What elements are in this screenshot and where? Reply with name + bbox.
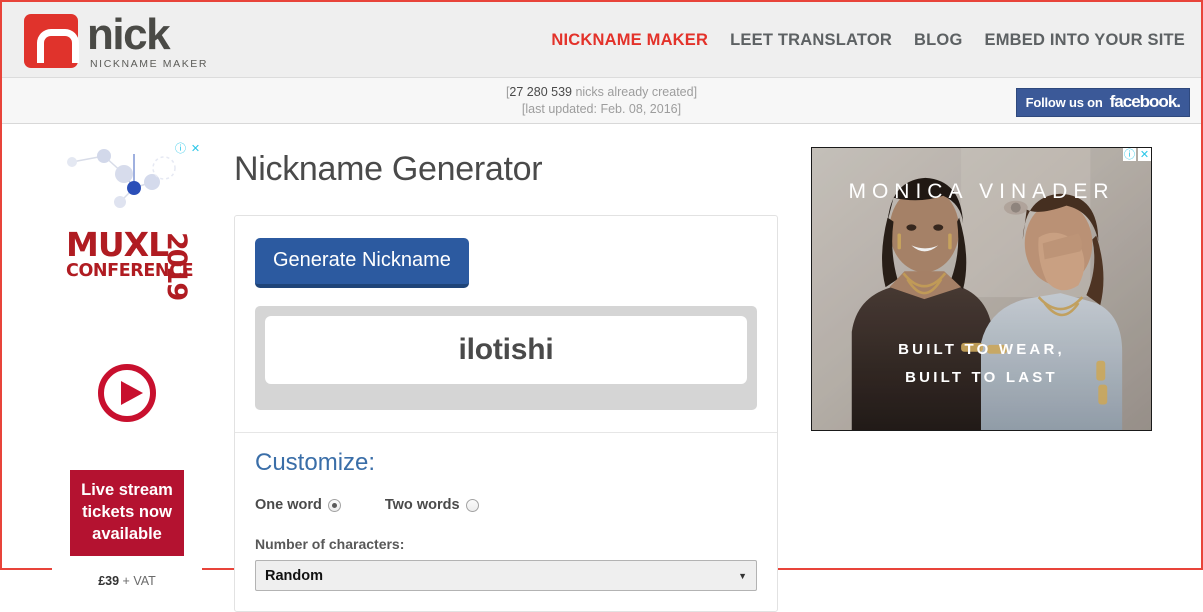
right-ad-adchoices[interactable]: ⓘ ✕ [1123, 148, 1151, 161]
site-logo[interactable]: nick NICKNAME MAKER [24, 14, 208, 70]
radio-option-two-words[interactable]: Two words [385, 497, 479, 513]
play-button-icon[interactable] [98, 364, 156, 422]
section-divider [235, 432, 777, 433]
nick-logo-icon [24, 14, 78, 68]
close-icon[interactable]: ✕ [189, 142, 202, 155]
facebook-follow-button[interactable]: Follow us on facebook. [1016, 88, 1190, 117]
counter-number: 27 280 539 [509, 85, 572, 99]
logo-wordmark: nick [87, 15, 208, 55]
result-panel: ilotishi [255, 306, 757, 410]
chevron-down-icon: ▼ [738, 571, 747, 581]
number-of-characters-select[interactable]: Random ▼ [255, 560, 757, 591]
close-icon[interactable]: ✕ [1138, 148, 1151, 161]
right-advertisement[interactable]: ⓘ ✕ MONICA VINADER BUILT TO WEAR, BUILT … [811, 147, 1152, 431]
browser-page: nick NICKNAME MAKER NICKNAME MAKER LEET … [0, 0, 1203, 570]
site-header: nick NICKNAME MAKER NICKNAME MAKER LEET … [2, 2, 1201, 78]
nav-item-nickname-maker[interactable]: NICKNAME MAKER [551, 31, 708, 50]
generate-nickname-button[interactable]: Generate Nickname [255, 238, 469, 288]
counter-suffix: nicks already created] [572, 85, 697, 99]
main-column: Nickname Generator Generate Nickname ilo… [234, 124, 778, 612]
radio-option-one-word[interactable]: One word [255, 497, 341, 513]
stats-bar: [27 280 539 nicks already created] [last… [2, 78, 1201, 124]
monica-vinader-brand-text: MONICA VINADER [812, 180, 1151, 204]
number-of-characters-label: Number of characters: [255, 536, 757, 552]
logo-text-group: nick NICKNAME MAKER [87, 14, 208, 70]
radio-label-two-words: Two words [385, 497, 460, 513]
ticket-price-text: £39 + VAT [52, 574, 202, 588]
advertisement-tagline: BUILT TO WEAR, BUILT TO LAST [812, 336, 1151, 392]
tagline-line-2: BUILT TO LAST [812, 364, 1151, 392]
word-count-radio-group: One word Two words [255, 497, 757, 513]
network-graphic-icon [52, 144, 202, 219]
price-amount: £39 [98, 574, 119, 588]
tagline-line-1: BUILT TO WEAR, [812, 336, 1151, 364]
nav-item-blog[interactable]: BLOG [914, 31, 962, 50]
main-navigation: NICKNAME MAKER LEET TRANSLATOR BLOG EMBE… [551, 31, 1185, 50]
muxl-conference-logo: MUXL CONFERENCE 2019 [66, 230, 188, 280]
customize-heading: Customize: [255, 449, 757, 477]
logo-tagline: NICKNAME MAKER [87, 58, 208, 70]
left-ad-adchoices[interactable]: ⓘ ✕ [174, 142, 202, 155]
nav-item-leet-translator[interactable]: LEET TRANSLATOR [730, 31, 892, 50]
info-icon[interactable]: ⓘ [174, 142, 187, 155]
facebook-follow-label: Follow us on [1026, 95, 1103, 110]
nav-item-embed-into-your-site[interactable]: EMBED INTO YOUR SITE [984, 31, 1185, 50]
radio-button-one-word[interactable] [328, 499, 341, 512]
radio-button-two-words[interactable] [466, 499, 479, 512]
price-suffix: + VAT [123, 574, 156, 588]
nickname-result-value: ilotishi [458, 333, 553, 367]
page-content: ⓘ ✕ MUXL CONFERENCE 201 [2, 124, 1201, 568]
left-advertisement[interactable]: ⓘ ✕ MUXL CONFERENCE 201 [52, 142, 202, 592]
nickname-result-field[interactable]: ilotishi [265, 316, 747, 384]
radio-label-one-word: One word [255, 497, 322, 513]
page-title: Nickname Generator [234, 150, 778, 189]
live-stream-tickets-banner[interactable]: Live stream tickets now available [70, 470, 184, 556]
facebook-wordmark: facebook. [1110, 92, 1180, 112]
generator-card: Generate Nickname ilotishi Customize: On… [234, 215, 778, 612]
muxl-year-text: 2019 [161, 232, 192, 299]
info-icon[interactable]: ⓘ [1123, 148, 1136, 161]
